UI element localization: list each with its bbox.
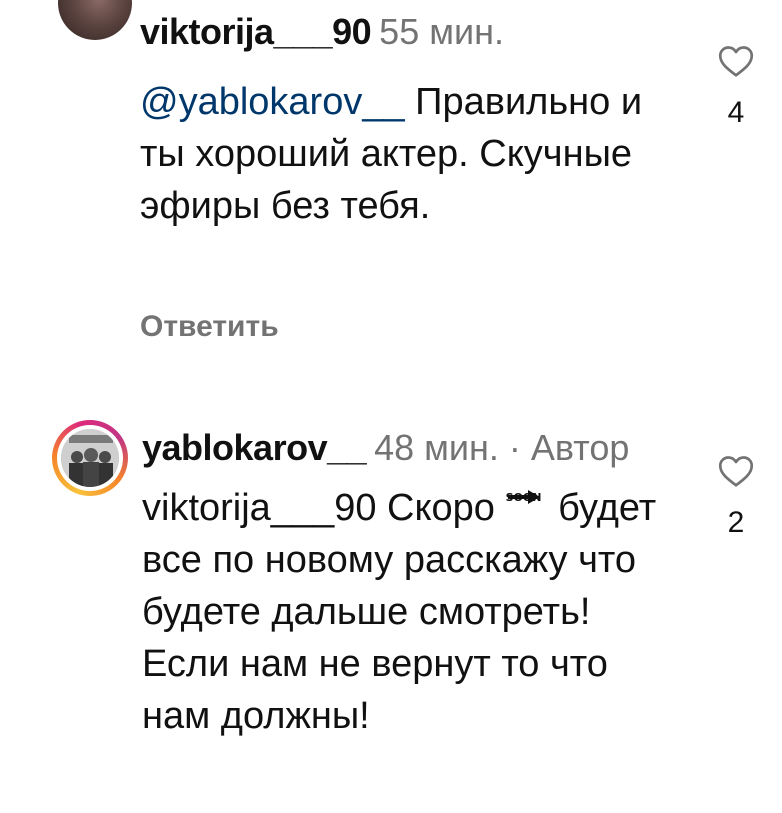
comment-mention[interactable]: viktorija___90	[142, 487, 376, 529]
like-count: 2	[727, 506, 745, 539]
reply-button[interactable]: Ответить	[140, 310, 279, 344]
group-photo-icon	[61, 429, 119, 487]
avatar-photo	[61, 429, 119, 487]
comment-mention[interactable]: @yablokarov__	[140, 81, 405, 123]
comment-text: @yablokarov__ Правильно и ты хороший акт…	[140, 76, 680, 232]
comment-timestamp: 55 мин.	[379, 11, 504, 52]
comment-header: yablokarov__ 48 мин. · Автор	[142, 428, 629, 468]
heart-outline-icon	[718, 46, 754, 77]
comment-username[interactable]: viktorija___90	[140, 11, 372, 52]
comment-text: viktorija___90 Скоро SOON будет все по н…	[142, 482, 682, 742]
soon-arrow-emoji: SOON	[506, 486, 542, 526]
like-count: 4	[727, 96, 745, 129]
comment: yablokarov__ 48 мин. · Автор viktorija___…	[0, 400, 782, 813]
soon-label: SOON	[505, 491, 542, 504]
avatar-story-ring[interactable]	[52, 420, 128, 496]
comment-header: viktorija___90 55 мин.	[140, 12, 504, 52]
comment-message-start: Скоро	[387, 487, 495, 529]
like-button[interactable]: 2	[716, 454, 756, 540]
comment-timestamp: 48 мин. · Автор	[374, 427, 630, 468]
comment-username[interactable]: yablokarov__	[142, 427, 367, 468]
like-button[interactable]: 4	[716, 44, 756, 130]
heart-outline-icon	[718, 456, 754, 487]
avatar[interactable]	[58, 0, 132, 40]
comment: viktorija___90 55 мин. @yablokarov__ Прав…	[0, 0, 782, 390]
